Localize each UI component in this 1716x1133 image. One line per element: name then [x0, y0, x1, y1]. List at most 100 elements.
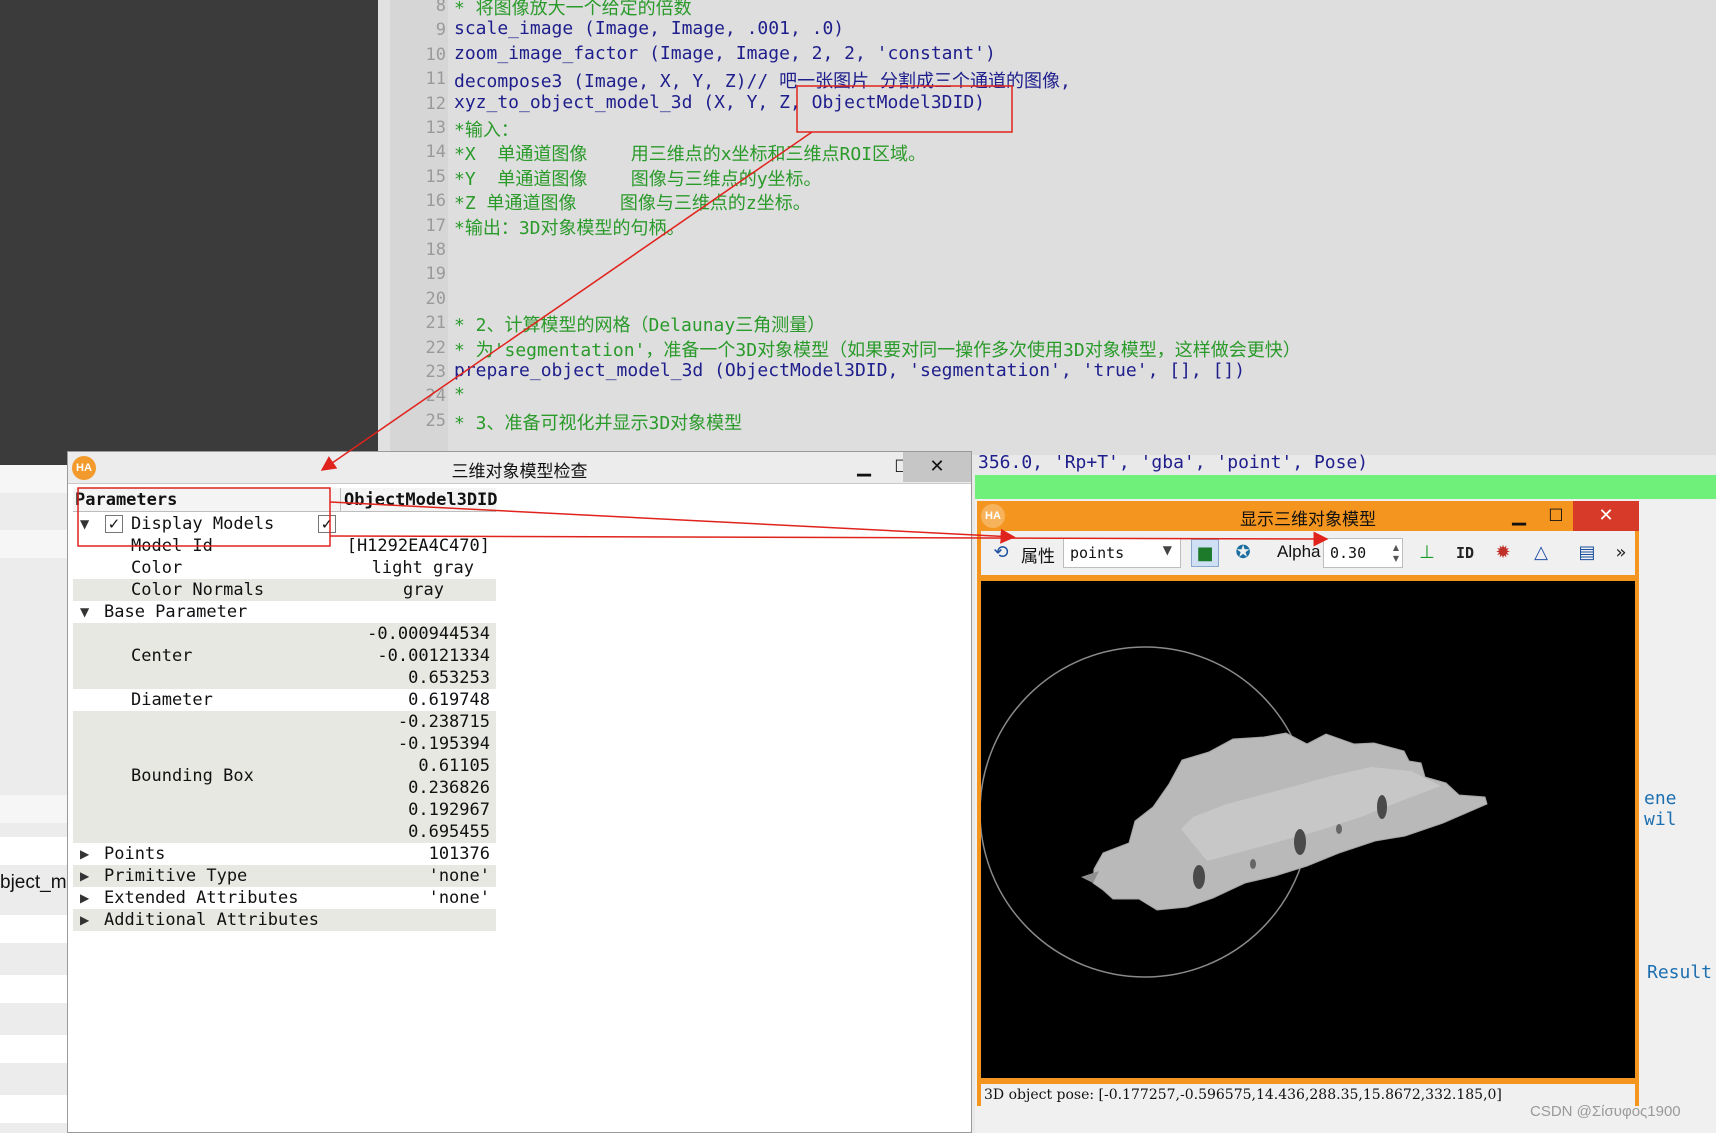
light-source-icon[interactable]: ✹ [1489, 539, 1517, 567]
line-number: 11 [425, 69, 446, 89]
line-number: 14 [425, 142, 446, 162]
code-line[interactable]: xyz_to_object_model_3d (X, Y, Z, ObjectM… [454, 92, 985, 113]
list-row[interactable] [0, 1035, 70, 1063]
code-comment-line[interactable]: *Y 单通道图像 图像与三维点的y坐标。 [454, 165, 822, 191]
mesh-icon[interactable]: △ [1527, 539, 1555, 567]
object-model-inspect-dialog: HA 三维对象模型检查 ▁ ☐ ✕ Parameters ObjectModel… [67, 451, 972, 1133]
table-row-center[interactable]: Center -0.000944534 -0.00121334 0.653253 [73, 623, 496, 689]
display-models-checkbox[interactable]: ✓ [105, 515, 123, 533]
row-label: Additional Attributes [104, 910, 319, 930]
line-number: 16 [425, 191, 446, 211]
line-number: 10 [425, 45, 446, 65]
list-row[interactable] [0, 465, 70, 493]
table-row-diameter[interactable]: Diameter 0.619748 [73, 689, 496, 711]
list-row[interactable] [0, 795, 70, 823]
row-label: Color Normals [131, 580, 265, 600]
table-row-bounding-box[interactable]: Bounding Box -0.238715 -0.195394 0.61105… [73, 711, 496, 843]
table-row-color[interactable]: Color light gray [73, 557, 496, 579]
column-header-objectmodel[interactable]: ObjectModel3DID [340, 488, 498, 512]
line-number: 15 [425, 167, 446, 187]
more-tools-icon[interactable]: » [1607, 539, 1635, 567]
line-number: 12 [425, 94, 446, 114]
row-label: Points [104, 844, 166, 864]
code-comment-line[interactable]: *输入： [454, 116, 519, 142]
table-row-extended-attributes[interactable]: ▶ Extended Attributes 'none' [73, 887, 496, 909]
table-row-primitive-type[interactable]: ▶ Primitive Type 'none' [73, 865, 496, 887]
code-comment-line[interactable]: * 2、计算模型的网格（Delaunay三角测量） [454, 311, 825, 337]
code-line[interactable]: scale_image (Image, Image, .001, .0) [454, 18, 844, 39]
row-label: Color [131, 558, 183, 578]
table-row-base-parameter[interactable]: ▼ Base Parameter [73, 601, 496, 623]
expand-arrow-icon[interactable]: ▶ [80, 847, 89, 861]
axes-icon[interactable]: ⊥ [1413, 539, 1441, 567]
line-number: 20 [425, 289, 446, 309]
reset-view-icon[interactable]: ⟲ [987, 539, 1015, 567]
code-comment-line[interactable]: *X 单通道图像 用三维点的x坐标和三维点ROI区域。 [454, 140, 926, 166]
splitter[interactable] [378, 0, 390, 465]
expand-arrow-icon[interactable]: ▶ [80, 913, 89, 927]
expand-arrow-icon[interactable]: ▶ [80, 891, 89, 905]
table-row-points[interactable]: ▶ Points 101376 [73, 843, 496, 865]
object-model-viewer-window: HA 显示三维对象模型 ▁ ☐ ✕ ⟲ 属性 points ▼ ■ ✪ Alpha… [977, 501, 1639, 1106]
line-number: 9 [435, 20, 446, 40]
table-row-display-models[interactable]: ▼ ✓ Display Models ✓ [73, 513, 496, 535]
collapse-arrow-icon[interactable]: ▼ [80, 517, 89, 531]
3d-render-canvas[interactable] [979, 581, 1635, 1078]
list-row[interactable] [0, 1095, 70, 1123]
code-comment-line[interactable]: * [454, 384, 465, 405]
spin-down-icon[interactable]: ▼ [1393, 554, 1399, 563]
line-number: 18 [425, 240, 446, 260]
list-row[interactable] [0, 837, 70, 865]
list-row[interactable] [0, 530, 70, 558]
line-number: 21 [425, 313, 446, 333]
row-value: 0.61105 [418, 756, 490, 776]
dialog-titlebar[interactable]: HA 三维对象模型检查 ▁ ☐ ✕ [68, 452, 971, 484]
column-header-parameters[interactable]: Parameters [75, 490, 177, 510]
text-fragment: ene wil [1644, 788, 1677, 830]
row-label: Primitive Type [104, 866, 248, 886]
close-button[interactable]: ✕ [1573, 501, 1639, 531]
row-value: 0.236826 [408, 778, 490, 798]
code-line[interactable]: decompose3 (Image, X, Y, Z)// 吧一张图片 分割成三… [454, 67, 1071, 93]
property-select[interactable]: points ▼ [1063, 538, 1181, 568]
text-fragment: Result [1647, 962, 1713, 983]
list-row[interactable] [0, 915, 70, 943]
row-value: gray [403, 580, 444, 600]
list-row[interactable] [0, 975, 70, 1003]
code-line[interactable]: zoom_image_factor (Image, Image, 2, 2, '… [454, 43, 996, 64]
code-comment-line[interactable]: * 为'segmentation'，准备一个3D对象模型（如果要对同一操作多次使… [454, 336, 1301, 362]
row-label: Center [131, 646, 193, 666]
3d-point-cloud-render [979, 646, 1488, 978]
row-value: light gray [371, 558, 474, 578]
code-comment-line[interactable]: * 3、准备可视化并显示3D对象模型 [454, 409, 742, 435]
table-row-color-normals[interactable]: Color Normals gray [73, 579, 496, 601]
table-row-model-id[interactable]: Model Id [H1292EA4C470] [73, 535, 496, 557]
code-comment-line[interactable]: * 将图像放大一个给定的倍数 [454, 0, 692, 20]
row-label: Bounding Box [131, 766, 254, 786]
export-icon[interactable]: ▤ [1573, 539, 1601, 567]
code-line[interactable]: prepare_object_model_3d (ObjectModel3DID… [454, 360, 1245, 381]
property-label: 属性 [1021, 547, 1055, 566]
expand-arrow-icon[interactable]: ▶ [80, 869, 89, 883]
id-icon[interactable]: ID [1451, 539, 1479, 567]
code-line-fragment[interactable]: 356.0, 'Rp+T', 'gba', 'point', Pose) [978, 452, 1368, 473]
row-value: -0.195394 [397, 734, 490, 754]
line-number: 19 [425, 264, 446, 284]
table-row-additional-attributes[interactable]: ▶ Additional Attributes [73, 909, 496, 931]
variable-name-fragment[interactable]: bject_m [0, 872, 67, 894]
collapse-arrow-icon[interactable]: ▼ [80, 605, 89, 619]
code-comment-line[interactable]: *输出：3D对象模型的句柄。 [454, 214, 685, 240]
color-mode-icon[interactable]: ■ [1191, 539, 1219, 567]
row-value: -0.000944534 [367, 624, 490, 644]
point-cloud-hole [1193, 865, 1205, 889]
maximize-button[interactable]: ☐ [1534, 501, 1578, 531]
display-models-value-checkbox[interactable]: ✓ [318, 515, 336, 533]
line-number: 17 [425, 216, 446, 236]
code-comment-line[interactable]: *Z 单通道图像 图像与三维点的z坐标。 [454, 189, 811, 215]
light-mode-icon[interactable]: ✪ [1229, 539, 1257, 567]
viewer-titlebar[interactable]: HA 显示三维对象模型 ▁ ☐ ✕ [977, 501, 1639, 531]
point-cloud-hole [1336, 824, 1342, 834]
spin-up-icon[interactable]: ▲ [1393, 543, 1399, 552]
close-button[interactable]: ✕ [903, 452, 971, 482]
alpha-spinbox[interactable]: 0.30 ▲ ▼ [1323, 538, 1403, 568]
